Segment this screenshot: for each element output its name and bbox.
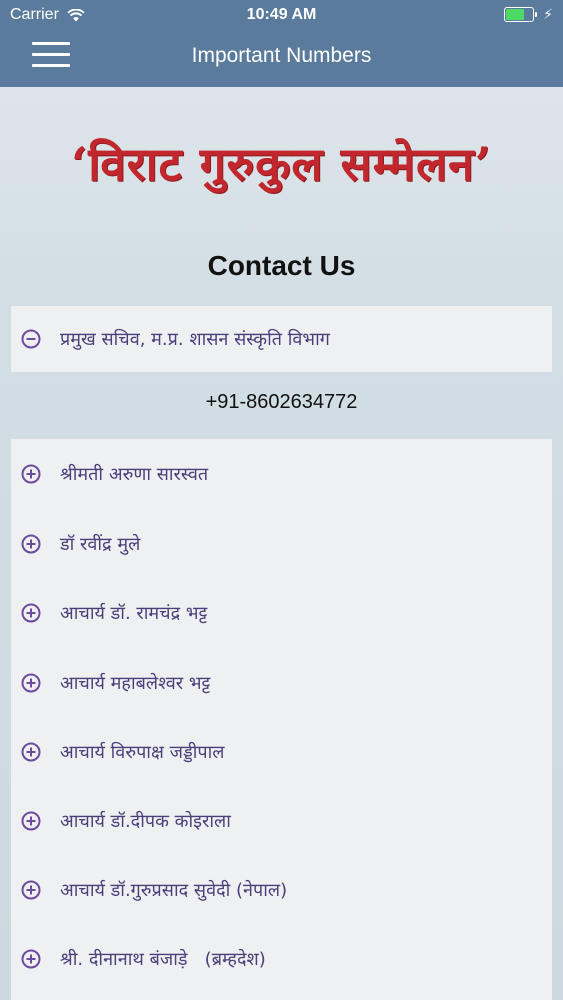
contact-item[interactable]: आचार्य विरुपाक्ष जड्डीपाल [11,722,552,782]
contact-item[interactable]: श्रीमती अरुणा सारस्वत [11,444,552,504]
contact-item[interactable]: आचार्य डॉ.दीपक कोइराला [11,791,552,851]
contact-item[interactable]: डॉ रवींद्र मुले [11,514,552,574]
plus-circle-icon [21,880,41,900]
contact-row: आचार्य महाबलेश्वर भट्ट [11,653,552,713]
plus-circle-icon [21,603,41,623]
page-title: Important Numbers [191,44,372,67]
status-time: 10:49 AM [246,6,317,23]
contact-item[interactable]: श्री. दीनानाथ बंजाड़े (ब्रम्हदेश) [11,929,552,989]
contact-row: प्रमुख सचिव, म.प्र. शासन संस्कृति विभाग [11,306,552,372]
contact-name: आचार्य डॉ.दीपक कोइराला [60,811,231,832]
contact-row: श्रीमती अरुणा सारस्वत [11,444,552,504]
contact-name: श्री. दीनानाथ बंजाड़े (ब्रम्हदेश) [60,949,266,970]
contact-name: आचार्य विरुपाक्ष जड्डीपाल [60,742,225,763]
battery-level [506,9,525,20]
contact-row: श्री. दीनानाथ बंजाड़े (ब्रम्हदेश) [11,929,552,989]
contact-name: प्रमुख सचिव, म.प्र. शासन संस्कृति विभाग [60,329,330,350]
contact-row: आचार्य विरुपाक्ष जड्डीपाल [11,722,552,782]
minus-circle-icon [21,329,41,349]
plus-circle-icon [21,742,41,762]
plus-circle-icon [21,464,41,484]
contact-item[interactable]: आचार्य डॉ. रामचंद्र भट्ट [11,583,552,643]
event-banner: ‘विराट गुरुकुल सम्मेलन’ [71,137,492,191]
charging-bolt-icon: ⚡ [543,6,553,22]
contact-row: डॉ रवींद्र मुले [11,514,552,574]
contact-item-expanded[interactable]: प्रमुख सचिव, म.प्र. शासन संस्कृति विभाग [11,306,552,372]
contact-item[interactable]: आचार्य महाबलेश्वर भट्ट [11,653,552,713]
plus-circle-icon [21,811,41,831]
contact-name: श्रीमती अरुणा सारस्वत [60,464,209,485]
contact-list: श्रीमती अरुणा सारस्वत डॉ रवींद्र मुले आच… [11,439,552,1000]
section-title: Contact Us [207,250,356,281]
contact-row: आचार्य डॉ.गुरुप्रसाद सुवेदी (नेपाल) [11,860,552,920]
phone-number[interactable]: +91-8602634772 [0,391,563,414]
plus-circle-icon [21,534,41,554]
battery-tip [535,12,538,17]
plus-circle-icon [21,673,41,693]
battery-indicator: ⚡ [504,6,553,23]
contact-name: आचार्य महाबलेश्वर भट्ट [60,673,211,694]
contact-row: आचार्य डॉ. रामचंद्र भट्ट [11,583,552,643]
status-bar: Carrier 10:49 AM ⚡ [0,0,563,30]
contact-name: आचार्य डॉ.गुरुप्रसाद सुवेदी (नेपाल) [60,880,288,901]
app-header: Carrier 10:49 AM ⚡ Important Numbers [0,0,563,87]
contact-item[interactable]: आचार्य डॉ.गुरुप्रसाद सुवेदी (नेपाल) [11,860,552,920]
battery-icon [504,7,535,22]
contact-name: आचार्य डॉ. रामचंद्र भट्ट [60,603,208,624]
contact-name: डॉ रवींद्र मुले [60,534,141,555]
contact-row: आचार्य डॉ.दीपक कोइराला [11,791,552,851]
plus-circle-icon [21,949,41,969]
